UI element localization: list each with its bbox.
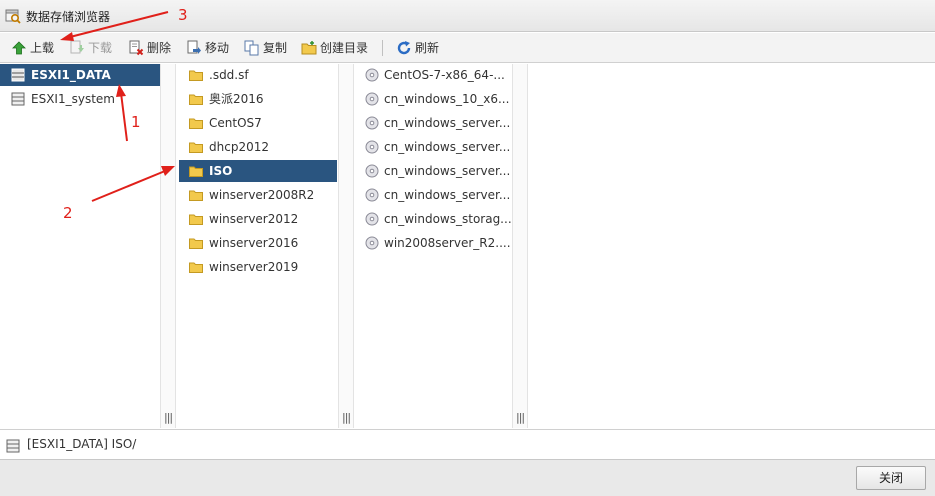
folder-icon [189,238,203,249]
file-label: cn_windows_server... [384,140,511,154]
file-label: cn_windows_server... [384,116,511,130]
close-button[interactable]: 关闭 [856,466,926,490]
disc-image-icon [365,92,379,106]
folder-label: .sdd.sf [209,68,249,82]
window-title: 数据存储浏览器 [26,10,111,24]
folder-item[interactable]: winserver2012 [176,208,338,230]
refresh-icon [397,41,411,55]
copy-label: 复制 [263,41,288,55]
datastore-icon [11,92,25,106]
copy-icon [244,40,259,56]
toolbar-separator [382,40,383,56]
create-directory-label: 创建目录 [320,41,369,55]
folder-label: CentOS7 [209,116,262,130]
dialog-footer: 关闭 [0,459,935,496]
file-label: cn_windows_storag... [384,212,512,226]
file-item[interactable]: cn_windows_server... [354,184,512,206]
move-label: 移动 [205,41,230,55]
datastore-browser-icon [5,9,21,24]
disc-image-icon [365,236,379,250]
move-icon [187,40,201,54]
folder-label: winserver2008R2 [209,188,315,202]
file-item[interactable]: cn_windows_server... [354,136,512,158]
folder-label: winserver2019 [209,260,299,274]
delete-label: 删除 [147,41,172,55]
folder-label: ISO [209,164,233,178]
folder-label: winserver2012 [209,212,299,226]
file-label: cn_windows_10_x6... [384,92,510,106]
file-label: CentOS-7-x86_64-... [384,68,505,82]
datastore-item-esxi1-data[interactable]: ESXI1_DATA [0,64,160,86]
folder-icon [189,142,203,153]
title-bar: 数据存储浏览器 [0,0,935,32]
folder-icon [189,166,203,177]
folder-item-selected[interactable]: ISO [179,160,337,182]
file-item[interactable]: win2008server_R2.... [354,232,512,254]
folder-item[interactable]: 奥派2016 [176,88,338,110]
annotation-label-1: 1 [131,113,141,131]
file-item[interactable]: cn_windows_server... [354,112,512,134]
disc-image-icon [365,140,379,154]
current-path: [ESXI1_DATA] ISO/ [27,437,137,451]
download-icon [70,40,84,54]
annotation-label-3: 3 [178,6,188,24]
datastore-label: ESXI1_DATA [31,68,111,82]
folder-item[interactable]: CentOS7 [176,112,338,134]
file-item[interactable]: cn_windows_10_x6... [354,88,512,110]
column-resize-handle[interactable]: ||| [512,64,528,428]
column-resize-handle[interactable]: ||| [160,64,176,428]
refresh-label: 刷新 [415,41,440,55]
folder-label: dhcp2012 [209,140,269,154]
new-folder-icon [301,41,317,55]
folder-icon [189,118,203,129]
detail-pane [528,64,935,428]
status-bar: [ESXI1_DATA] ISO/ [0,429,935,459]
folder-item[interactable]: dhcp2012 [176,136,338,158]
file-list: CentOS-7-x86_64-... cn_windows_10_x6... … [354,64,512,428]
folder-list: .sdd.sf 奥派2016 CentOS7 dhcp2012 ISO wins… [176,64,338,428]
datastore-label: ESXI1_system [31,92,115,106]
upload-label: 上载 [30,41,55,55]
download-label: 下载 [88,41,113,55]
disc-image-icon [365,188,379,202]
grip-label: ||| [516,411,525,424]
folder-icon [189,214,203,225]
disc-image-icon [365,212,379,226]
file-item[interactable]: CentOS-7-x86_64-... [354,64,512,86]
folder-icon [189,190,203,201]
datastore-icon [11,68,25,82]
upload-arrow-icon [12,41,26,55]
folder-icon [189,94,203,105]
folder-item[interactable]: winserver2016 [176,232,338,254]
file-label: cn_windows_server... [384,188,511,202]
datastore-icon [6,439,20,453]
file-item[interactable]: cn_windows_server... [354,160,512,182]
folder-icon [189,70,203,81]
datastore-item-esxi1-system[interactable]: ESXI1_system [0,88,160,110]
annotation-label-2: 2 [63,204,73,222]
folder-label: 奥派2016 [209,92,264,106]
file-item[interactable]: cn_windows_storag... [354,208,512,230]
folder-icon [189,262,203,273]
file-label: win2008server_R2.... [384,236,511,250]
folder-item[interactable]: .sdd.sf [176,64,338,86]
file-label: cn_windows_server... [384,164,511,178]
grip-label: ||| [164,411,173,424]
disc-image-icon [365,164,379,178]
folder-label: winserver2016 [209,236,299,250]
folder-item[interactable]: winserver2019 [176,256,338,278]
disc-image-icon [365,68,379,82]
delete-icon [129,40,144,56]
column-resize-handle[interactable]: ||| [338,64,354,428]
disc-image-icon [365,116,379,130]
grip-label: ||| [342,411,351,424]
folder-item[interactable]: winserver2008R2 [176,184,338,206]
toolbar: 上载 下载 删除 移动 复制 创建目录 刷新 [0,33,935,63]
